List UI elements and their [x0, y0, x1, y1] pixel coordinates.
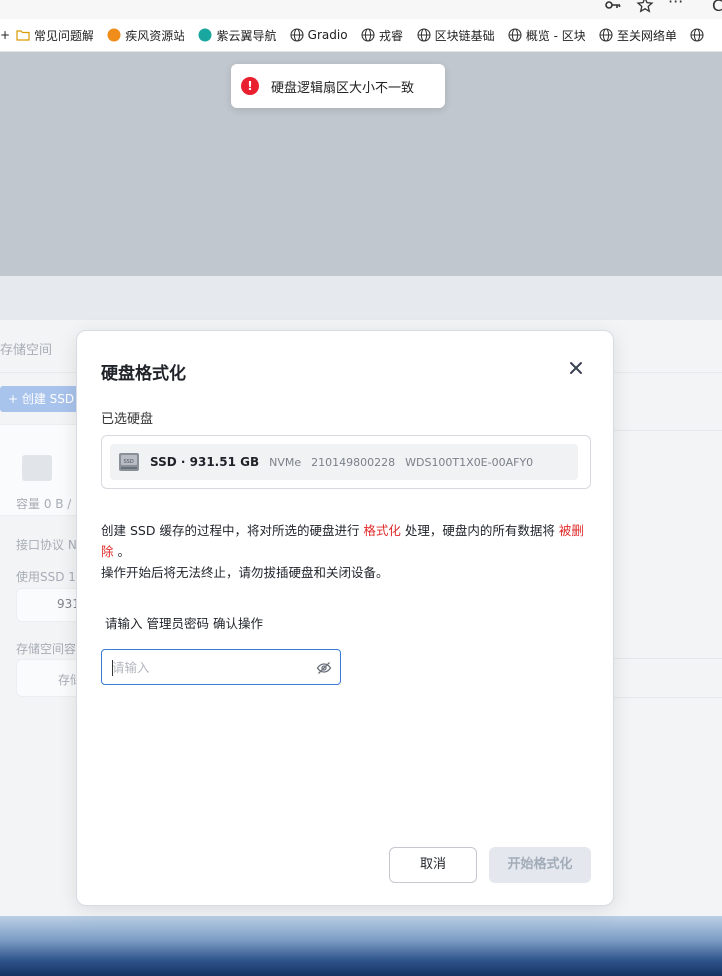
browser-toolbar: ··· C — [0, 0, 722, 19]
warning-line-2: 操作开始后将无法终止，请勿拔插硬盘和关闭设备。 — [101, 565, 389, 580]
password-label: 请输入 管理员密码 确认操作 — [105, 616, 263, 631]
refresh-icon[interactable]: C — [712, 0, 722, 15]
key-icon[interactable] — [604, 0, 622, 18]
error-icon: ! — [241, 77, 259, 95]
bookmark-item[interactable]: 概览 - 区块 — [508, 27, 585, 44]
globe-icon — [690, 28, 704, 42]
bg-use-ssd: 使用SSD 1 — [16, 570, 76, 584]
globe-icon — [417, 28, 431, 42]
disk-name: SSD · 931.51 GB — [150, 455, 260, 469]
bookmark-item[interactable]: 紫云翼导航 — [198, 27, 276, 44]
bookmark-item[interactable]: 至关网络单 — [599, 27, 676, 44]
eye-slash-icon[interactable] — [316, 660, 332, 676]
globe-icon — [361, 28, 375, 42]
bg-storage-cap: 存储空间容 — [16, 642, 77, 656]
bookmark-item[interactable]: 戎睿 — [361, 27, 403, 44]
disk-model: WDS100T1X0E-00AFY0 — [405, 455, 534, 469]
bookmark-item[interactable]: 常见问题解 — [16, 27, 93, 44]
site-icon-orange — [107, 28, 121, 42]
bg-storage-space-tab[interactable]: 存储空间 — [0, 339, 52, 358]
disk-chip: SSD SSD · 931.51 GB NVMe 210149800228 WD… — [110, 444, 578, 480]
desktop-wallpaper — [0, 916, 722, 976]
bookmark-item[interactable]: 区块链基础 — [417, 27, 494, 44]
dialog-title: 硬盘格式化 — [101, 364, 186, 384]
start-format-button[interactable]: 开始格式化 — [489, 847, 591, 883]
close-icon[interactable] — [565, 359, 587, 381]
format-warning: 创建 SSD 缓存的过程中，将对所选的硬盘进行 格式化 处理，硬盘内的所有数据将… — [101, 523, 584, 580]
globe-icon — [508, 28, 522, 42]
bookmark-item[interactable]: 疾风资源站 — [107, 27, 184, 44]
globe-icon — [290, 28, 304, 42]
text-caret — [112, 660, 113, 676]
bookmark-item[interactable] — [690, 28, 708, 42]
bg-disk-icon — [22, 455, 52, 481]
disk-serial: 210149800228 — [311, 455, 396, 469]
ssd-icon: SSD — [118, 452, 140, 472]
selected-disk-box: SSD SSD · 931.51 GB NVMe 210149800228 WD… — [101, 435, 591, 489]
format-word: 格式化 — [363, 523, 401, 538]
site-icon-teal — [198, 28, 212, 42]
password-input[interactable] — [102, 650, 292, 684]
toast-message: 硬盘逻辑扇区大小不一致 — [271, 80, 415, 96]
password-field[interactable] — [101, 649, 341, 685]
app-header-band — [0, 276, 722, 320]
selected-disk-label: 已选硬盘 — [101, 412, 154, 427]
star-icon[interactable] — [636, 0, 654, 18]
more-icon[interactable]: ··· — [668, 0, 683, 11]
svg-text:SSD: SSD — [124, 459, 134, 465]
bg-interface: 接口协议 N — [16, 538, 77, 552]
error-toast: ! 硬盘逻辑扇区大小不一致 — [231, 64, 445, 108]
cancel-button[interactable]: 取消 — [389, 847, 477, 883]
bookmark-item[interactable]: Gradio — [290, 28, 347, 42]
disk-interface: NVMe — [269, 455, 302, 469]
bg-capacity: 容量 0 B / — [16, 497, 72, 511]
folder-icon — [16, 28, 30, 42]
bookmark-partial[interactable]: + — [0, 28, 10, 42]
globe-icon — [599, 28, 613, 42]
format-disk-dialog: 硬盘格式化 已选硬盘 SSD SSD · 931.51 GB NVMe 2101… — [76, 330, 614, 906]
bookmarks-bar: + 常见问题解 疾风资源站 紫云翼导航 Gradio 戎睿 区块链基础 概览 -… — [0, 19, 722, 52]
